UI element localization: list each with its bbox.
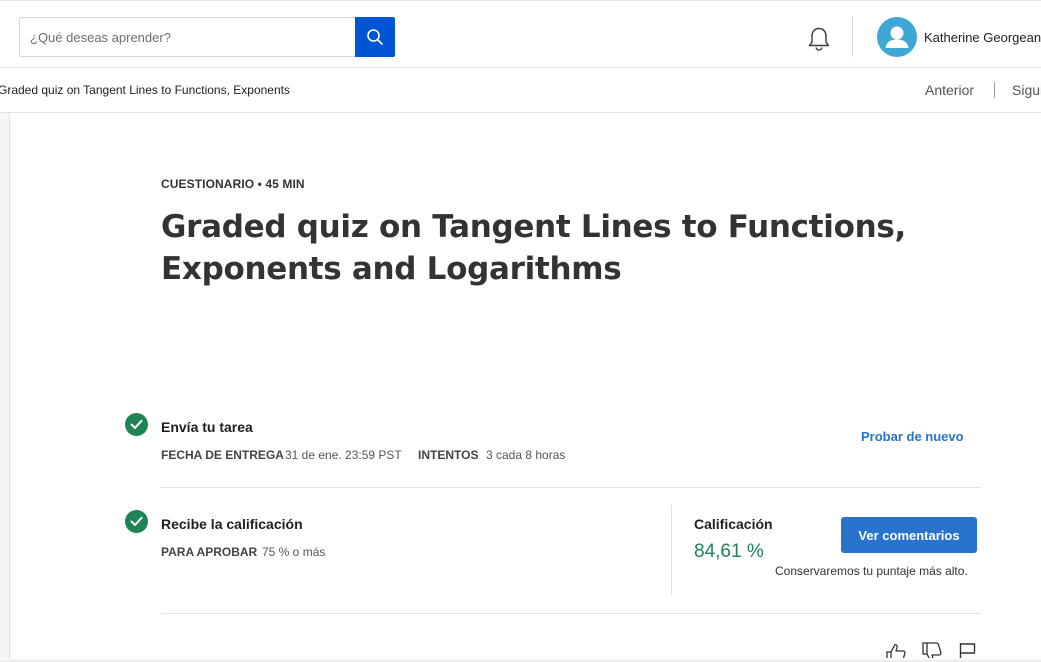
next-button[interactable]: Siguiente <box>1012 82 1041 98</box>
item-type-label: CUESTIONARIO • 45 MIN <box>161 177 305 191</box>
search-icon <box>367 29 383 45</box>
check-circle-icon <box>125 510 148 533</box>
side-rail <box>0 113 10 662</box>
attempts-label: INTENTOS <box>418 448 479 462</box>
user-name[interactable]: Katherine Georgeanas <box>924 30 1041 45</box>
due-date-label: FECHA DE ENTREGA <box>161 448 284 462</box>
grade-label: Calificación <box>694 516 773 532</box>
pass-label: PARA APROBAR <box>161 545 258 559</box>
retry-link[interactable]: Probar de nuevo <box>861 429 964 444</box>
nav-divider <box>994 82 995 98</box>
breadcrumb-item-title: Graded quiz on Tangent Lines to Function… <box>0 83 294 97</box>
search-box <box>19 17 355 57</box>
notifications-button[interactable] <box>806 25 832 53</box>
grade-divider <box>671 505 672 595</box>
search-input[interactable] <box>20 18 355 56</box>
item-nav-bar: Graded quiz on Tangent Lines to Function… <box>0 68 1041 113</box>
user-icon <box>885 26 909 48</box>
section-divider <box>161 487 980 488</box>
view-feedback-button[interactable]: Ver comentarios <box>841 517 977 553</box>
submit-step-title: Envía tu tarea <box>161 419 253 435</box>
pass-value: 75 % o más <box>262 545 326 559</box>
check-circle-icon <box>125 413 148 436</box>
highest-score-note: Conservaremos tu puntaje más alto. <box>775 564 968 578</box>
grade-step-title: Recibe la calificación <box>161 516 303 532</box>
page-title: Graded quiz on Tangent Lines to Function… <box>161 209 906 287</box>
previous-button[interactable]: Anterior <box>925 82 974 98</box>
bottom-edge <box>0 658 1041 662</box>
search-button[interactable] <box>355 17 395 57</box>
avatar[interactable] <box>877 17 917 57</box>
bell-icon <box>808 27 830 51</box>
top-header: Katherine Georgeanas <box>0 0 1041 68</box>
grade-value: 84,61 % <box>694 541 764 562</box>
attempts-value: 3 cada 8 horas <box>486 448 566 462</box>
due-date-value: 31 de ene. 23:59 PST <box>285 448 402 462</box>
header-divider <box>852 17 853 57</box>
section-divider <box>161 613 980 614</box>
